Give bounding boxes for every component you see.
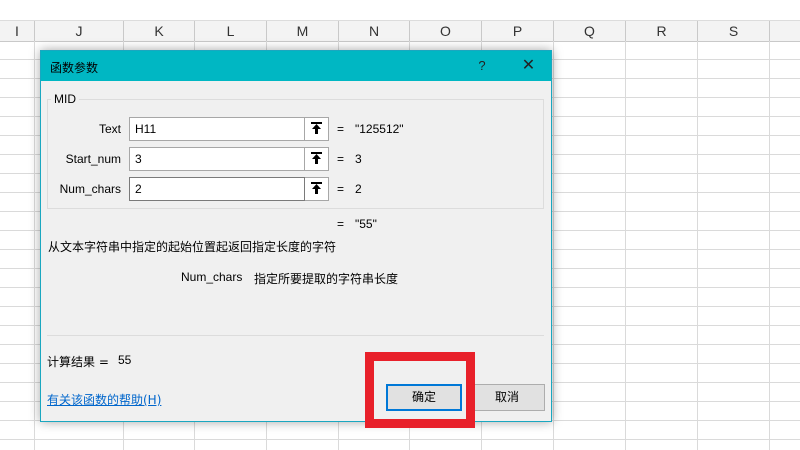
num-chars-collapse-button[interactable] [305,177,329,201]
gridline [625,41,626,450]
column-header-q[interactable]: Q [554,21,626,41]
start-num-arg-label: Start_num [65,152,121,166]
text-arg-input[interactable]: H11 [129,117,305,141]
cancel-button[interactable]: 取消 [469,384,545,411]
column-header-k[interactable]: K [124,21,195,41]
dialog-titlebar[interactable]: 函数参数 ? ✕ [41,51,551,81]
help-button[interactable]: ? [468,51,496,81]
gridline [697,41,698,450]
column-header-s[interactable]: S [698,21,770,41]
column-header-i[interactable]: I [0,21,35,41]
function-help-link[interactable]: 有关该函数的帮助(H) [47,391,161,408]
num-chars-arg-equals: = [337,182,345,196]
start-num-arg-result: 3 [355,152,362,166]
column-header-j[interactable]: J [35,21,124,41]
function-arguments-dialog: 函数参数 ? ✕ MID Text H11 = "125512" Start_n… [40,50,552,422]
ok-button[interactable]: 确定 [386,384,462,411]
num-chars-arg-input[interactable]: 2 [129,177,305,201]
dialog-title: 函数参数 [50,61,99,75]
calc-result-value: 55 [118,353,132,367]
param-description: 指定所要提取的字符串长度 [254,272,399,286]
collapse-arrow-icon [311,152,322,164]
divider [47,335,544,336]
collapse-arrow-icon [311,122,322,134]
start-num-collapse-button[interactable] [305,147,329,171]
num-chars-arg-result: 2 [355,182,362,196]
formula-result-equals: = [337,217,345,231]
ribbon-strip [0,0,800,20]
start-num-arg-equals: = [337,152,345,166]
function-description: 从文本字符串中指定的起始位置起返回指定长度的字符 [48,240,337,254]
column-header-p[interactable]: P [482,21,554,41]
text-arg-equals: = [337,122,345,136]
gridline [553,41,554,450]
param-name: Num_chars [181,270,243,284]
text-arg-label: Text [98,122,121,136]
calc-result-label: 计算结果 = [47,355,109,369]
function-name-label: MID [51,92,79,106]
num-chars-arg-label: Num_chars [59,182,121,196]
column-header-r[interactable]: R [626,21,698,41]
start-num-arg-input[interactable]: 3 [129,147,305,171]
column-header-m[interactable]: M [267,21,339,41]
text-arg-result: "125512" [355,122,404,136]
close-button[interactable]: ✕ [506,51,551,81]
gridline [34,41,35,450]
column-header-l[interactable]: L [195,21,267,41]
gridline [769,41,770,450]
collapse-arrow-icon [311,182,322,194]
column-header-n[interactable]: N [339,21,410,41]
formula-result-value: "55" [355,217,377,231]
text-collapse-button[interactable] [305,117,329,141]
column-header-bar: I J K L M N O P Q R S [0,20,800,42]
column-header-o[interactable]: O [410,21,482,41]
